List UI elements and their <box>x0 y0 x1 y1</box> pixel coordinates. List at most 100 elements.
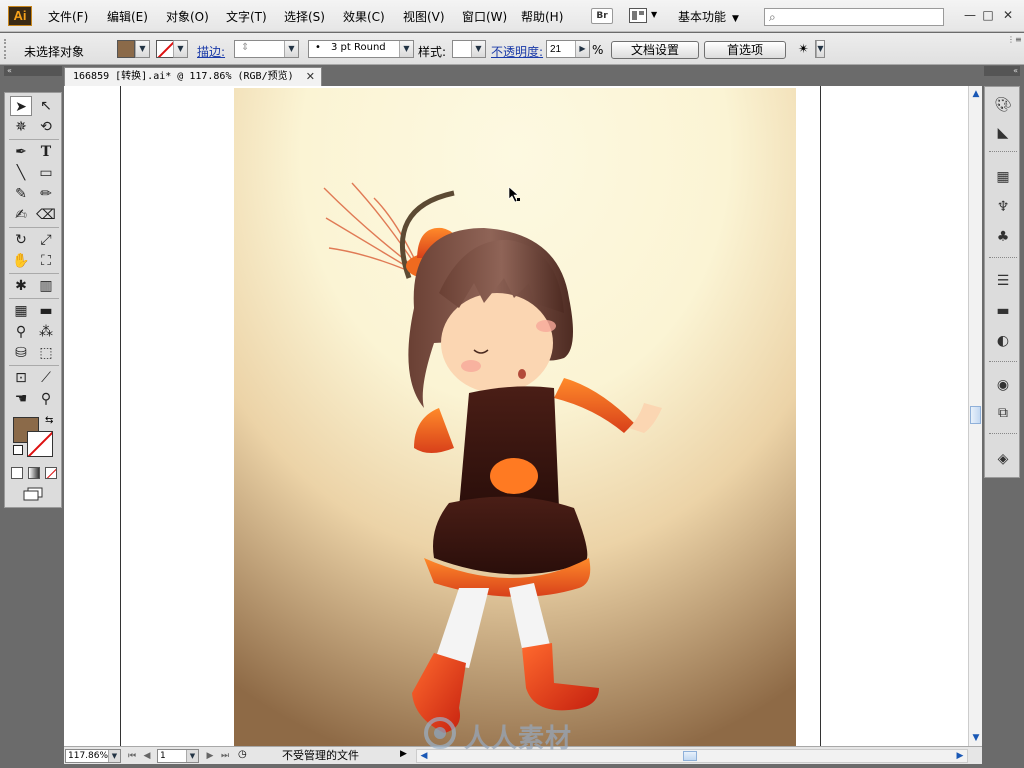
pen-tool-icon[interactable]: ✒ <box>10 142 32 162</box>
stroke-color-icon[interactable] <box>27 431 53 457</box>
menu-effect[interactable]: 效果(C) <box>343 8 385 26</box>
close-tab-icon[interactable]: ✕ <box>306 68 315 85</box>
dock-header[interactable]: « <box>984 66 1020 76</box>
live-paint-bucket-tool-icon[interactable]: ⛁ <box>10 343 32 363</box>
graphic-styles-icon[interactable]: ⧉ <box>992 403 1014 423</box>
next-artboard-icon[interactable]: ▶ <box>204 749 216 763</box>
status-text[interactable]: 不受管理的文件 <box>236 749 412 763</box>
transparency-icon[interactable]: ◐ <box>992 331 1014 351</box>
zoom-field[interactable]: 117.86% ▼ <box>65 749 121 763</box>
swatches-icon[interactable]: ▦ <box>992 167 1014 187</box>
scale-tool-icon[interactable]: ⤢ <box>35 230 57 250</box>
symbols-icon[interactable]: ♣ <box>992 227 1014 247</box>
magic-wand-icon[interactable]: ✴ <box>798 42 809 57</box>
symbol-sprayer-tool-icon[interactable]: ✱ <box>10 276 32 296</box>
expand-icon[interactable]: « <box>1013 66 1018 75</box>
stroke-swatch[interactable] <box>156 40 174 58</box>
default-fill-stroke-icon[interactable] <box>13 445 23 455</box>
brush-dropdown[interactable]: • 3 pt Round ▼ <box>308 40 414 58</box>
chevron-down-icon[interactable]: ▼ <box>186 750 198 762</box>
pencil-tool-icon[interactable]: ✏ <box>35 184 57 204</box>
opacity-input[interactable] <box>550 42 574 56</box>
selection-tool-icon[interactable]: ➤ <box>10 96 32 116</box>
preferences-button[interactable]: 首选项 <box>704 41 786 59</box>
fill-swatch[interactable] <box>117 40 135 58</box>
tools-panel-header[interactable]: « <box>4 66 62 76</box>
panel-grip-icon[interactable] <box>4 39 10 59</box>
vertical-scrollbar[interactable]: ▲ ▼ <box>968 86 982 746</box>
hand-tool-icon[interactable]: ☚ <box>10 389 32 409</box>
chevron-down-icon[interactable]: ▼ <box>108 750 120 762</box>
stroke-link[interactable]: 描边: <box>197 43 225 60</box>
menu-view[interactable]: 视图(V) <box>403 8 445 26</box>
first-artboard-icon[interactable]: ⏮ <box>126 749 138 763</box>
panel-menu-icon[interactable]: ⋮≡ <box>1007 35 1022 44</box>
blob-brush-tool-icon[interactable]: ✍ <box>10 205 32 225</box>
style-dropdown[interactable]: ▼ <box>452 40 486 58</box>
stroke-dropdown[interactable]: ▼ <box>173 40 188 58</box>
canvas[interactable] <box>64 86 968 746</box>
document-tab[interactable]: 166859 [转换].ai* @ 117.86% (RGB/预览) ✕ <box>64 67 322 86</box>
arrange-documents-button[interactable]: ▼ <box>629 8 659 24</box>
chevron-right-icon[interactable]: ▶ <box>575 41 589 57</box>
maximize-icon[interactable]: □ <box>980 8 996 22</box>
color-palette-icon[interactable]: 🎨︎ <box>992 95 1014 115</box>
help-search[interactable]: ⌕ <box>764 8 944 26</box>
layers-icon[interactable]: ◈ <box>992 449 1014 469</box>
menu-edit[interactable]: 编辑(E) <box>107 8 148 26</box>
scroll-down-icon[interactable]: ▼ <box>969 731 983 745</box>
blend-tool-icon[interactable]: ⁂ <box>35 322 57 342</box>
warp-tool-icon[interactable]: ✋ <box>10 251 32 271</box>
bridge-button[interactable]: Br <box>591 8 613 24</box>
eyedropper-tool-icon[interactable]: ⚲ <box>10 322 32 342</box>
rectangle-tool-icon[interactable]: ▭ <box>35 163 57 183</box>
slice-tool-icon[interactable]: ⟋ <box>35 368 57 388</box>
line-tool-icon[interactable]: ╲ <box>10 163 32 183</box>
scroll-left-icon[interactable]: ◀ <box>417 750 431 762</box>
scroll-up-icon[interactable]: ▲ <box>969 87 983 101</box>
gradient-tool-icon[interactable]: ▬ <box>35 301 57 321</box>
artboard-number-field[interactable]: 1 ▼ <box>157 749 199 763</box>
menu-select[interactable]: 选择(S) <box>284 8 325 26</box>
brushes-icon[interactable]: ♆ <box>992 197 1014 217</box>
collapse-icon[interactable]: « <box>7 66 12 75</box>
screen-mode-icon[interactable] <box>22 487 46 501</box>
status-menu-icon[interactable]: ▶ <box>400 749 407 759</box>
menu-help[interactable]: 帮助(H) <box>521 8 563 26</box>
free-transform-tool-icon[interactable]: ⛶ <box>35 251 57 271</box>
stroke-panel-icon[interactable]: ☰ <box>992 271 1014 291</box>
scroll-thumb[interactable] <box>970 406 981 424</box>
lasso-tool-icon[interactable]: ⟲ <box>35 117 57 137</box>
menu-object[interactable]: 对象(O) <box>166 8 209 26</box>
opacity-link[interactable]: 不透明度: <box>491 43 543 60</box>
rotate-tool-icon[interactable]: ↻ <box>10 230 32 250</box>
menu-type[interactable]: 文字(T) <box>226 8 267 26</box>
scroll-thumb[interactable] <box>683 751 697 761</box>
minimize-icon[interactable]: — <box>962 8 978 22</box>
control-options-dropdown[interactable]: ▼ <box>815 40 825 58</box>
gradient-panel-icon[interactable]: ▬ <box>992 301 1014 321</box>
close-icon[interactable]: ✕ <box>1000 8 1016 22</box>
workspace-switcher[interactable]: 基本功能 ▼ <box>678 8 739 25</box>
paintbrush-tool-icon[interactable]: ✎ <box>10 184 32 204</box>
appearance-icon[interactable]: ◉ <box>992 375 1014 395</box>
graph-tool-icon[interactable]: ▥ <box>35 276 57 296</box>
document-setup-button[interactable]: 文档设置 <box>611 41 699 59</box>
none-mode-icon[interactable] <box>45 467 57 479</box>
live-paint-selection-tool-icon[interactable]: ⬚ <box>35 343 57 363</box>
color-guide-icon[interactable]: ◣ <box>992 123 1014 143</box>
direct-selection-tool-icon[interactable]: ↖ <box>35 96 57 116</box>
opacity-field[interactable]: ▶ <box>546 40 590 58</box>
last-artboard-icon[interactable]: ⏭ <box>219 749 231 763</box>
zoom-tool-icon[interactable]: ⚲ <box>35 389 57 409</box>
previous-artboard-icon[interactable]: ◀ <box>141 749 153 763</box>
eraser-tool-icon[interactable]: ⌫ <box>35 205 57 225</box>
stroke-weight-dropdown[interactable]: ⇕ ▼ <box>234 40 299 58</box>
gradient-mode-icon[interactable] <box>28 467 40 479</box>
fill-dropdown[interactable]: ▼ <box>135 40 150 58</box>
menu-file[interactable]: 文件(F) <box>48 8 88 26</box>
search-input[interactable] <box>785 10 940 24</box>
color-mode-icon[interactable] <box>11 467 23 479</box>
menu-window[interactable]: 窗口(W) <box>462 8 507 26</box>
artboard-tool-icon[interactable]: ⊡ <box>10 368 32 388</box>
